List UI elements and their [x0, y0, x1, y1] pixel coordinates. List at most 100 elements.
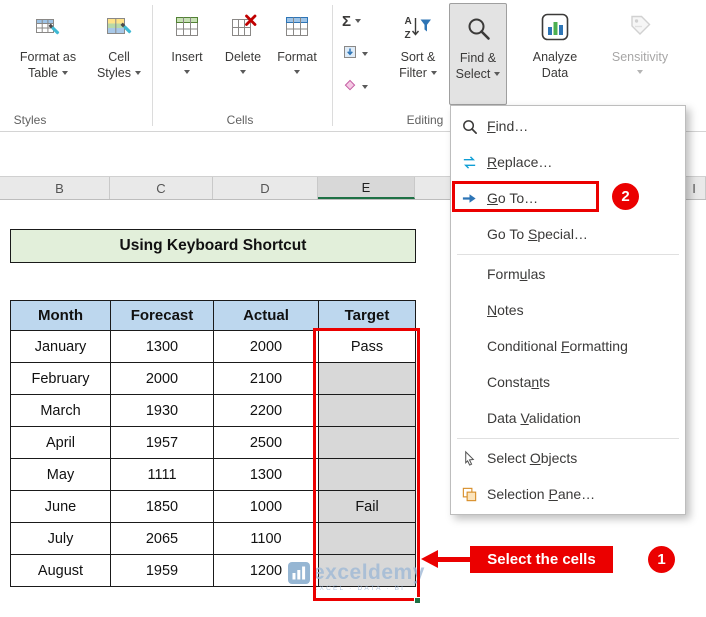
- exceldemy-logo-icon: [288, 562, 310, 592]
- button-label: Sensitivity: [611, 50, 669, 64]
- button-label: Find &: [459, 51, 497, 65]
- button-label: Format: [277, 50, 317, 64]
- menu-item-label: Go To Special…: [487, 226, 588, 242]
- column-header-c[interactable]: C: [110, 177, 213, 199]
- table-header-cell[interactable]: Actual: [213, 300, 319, 331]
- button-label: Data: [541, 66, 569, 80]
- insert-cells-button[interactable]: Insert: [161, 3, 213, 105]
- table-cell[interactable]: 1300: [213, 458, 319, 491]
- chevron-down-icon: [637, 70, 643, 74]
- format-as-table-button[interactable]: Format as Table: [12, 3, 84, 105]
- menu-item-formulas[interactable]: Formulas: [451, 256, 685, 292]
- table-cell[interactable]: 2000: [213, 330, 319, 363]
- table-cell[interactable]: 2100: [213, 362, 319, 395]
- column-header-b[interactable]: B: [10, 177, 110, 199]
- table-cell[interactable]: 1850: [110, 490, 214, 523]
- step-2-badge: 2: [612, 183, 639, 210]
- select-cells-callout: Select the cells: [470, 546, 613, 573]
- analyze-data-button[interactable]: Analyze Data: [521, 3, 589, 105]
- table-cell[interactable]: 1111: [110, 458, 214, 491]
- table-header-cell[interactable]: Target: [318, 300, 416, 331]
- chevron-down-icon: [362, 85, 368, 89]
- chevron-down-icon: [135, 71, 142, 75]
- excel-window: Format as Table Cell Styles Insert Delet…: [0, 0, 706, 617]
- menu-item-select-objects[interactable]: Select Objects: [451, 440, 685, 476]
- table-header-cell[interactable]: Month: [10, 300, 111, 331]
- sort-filter-icon: A Z: [403, 7, 433, 47]
- chevron-down-icon: [362, 52, 368, 56]
- sort-filter-button[interactable]: A Z Sort & Filter: [390, 3, 446, 105]
- menu-separator: [457, 253, 679, 255]
- format-cells-button[interactable]: Format: [271, 3, 323, 105]
- sensitivity-icon: [625, 7, 655, 47]
- cell-styles-button[interactable]: Cell Styles: [88, 3, 150, 105]
- fill-handle[interactable]: [414, 597, 421, 604]
- clear-button[interactable]: [340, 74, 380, 100]
- group-divider: [332, 5, 333, 126]
- callout-arrow-line: [436, 557, 470, 562]
- menu-item-selection-pane[interactable]: Selection Pane…: [451, 476, 685, 512]
- find-select-icon: [465, 8, 492, 48]
- menu-item-notes[interactable]: Notes: [451, 292, 685, 328]
- group-divider: [152, 5, 153, 126]
- clear-icon: [342, 77, 358, 98]
- group-label-cells: Cells: [226, 113, 254, 127]
- fill-button[interactable]: [340, 41, 380, 67]
- selected-range-highlight: [313, 328, 420, 601]
- table-header-row: Month Forecast Actual Target: [10, 300, 416, 331]
- find-icon: [451, 118, 487, 135]
- chevron-down-icon: [294, 70, 300, 74]
- column-header-i[interactable]: I: [683, 177, 706, 199]
- table-cell[interactable]: April: [10, 426, 111, 459]
- button-label: Select: [455, 67, 491, 81]
- table-cell[interactable]: 2500: [213, 426, 319, 459]
- menu-item-data-validation[interactable]: Data Validation: [451, 400, 685, 436]
- button-label: Analyze: [532, 50, 578, 64]
- table-cell[interactable]: May: [10, 458, 111, 491]
- table-cell[interactable]: 1100: [213, 522, 319, 555]
- menu-item-label: Formulas: [487, 266, 546, 282]
- autosum-button[interactable]: Σ: [340, 8, 380, 34]
- fill-icon: [342, 44, 358, 65]
- chevron-down-icon: [430, 71, 437, 75]
- menu-item-find[interactable]: Find…: [451, 108, 685, 144]
- column-header-e[interactable]: E: [318, 177, 415, 199]
- table-cell[interactable]: 1000: [213, 490, 319, 523]
- table-cell[interactable]: January: [10, 330, 111, 363]
- table-cell[interactable]: 1959: [110, 554, 214, 587]
- column-header-d[interactable]: D: [213, 177, 318, 199]
- table-cell[interactable]: July: [10, 522, 111, 555]
- table-header-cell[interactable]: Forecast: [110, 300, 214, 331]
- pane-icon: [451, 486, 487, 503]
- table-cell[interactable]: February: [10, 362, 111, 395]
- replace-icon: [451, 154, 487, 171]
- menu-item-constants[interactable]: Constants: [451, 364, 685, 400]
- chevron-down-icon: [184, 70, 190, 74]
- table-cell[interactable]: March: [10, 394, 111, 427]
- table-cell[interactable]: 1930: [110, 394, 214, 427]
- find-select-button[interactable]: Find & Select: [449, 3, 507, 105]
- table-cell[interactable]: August: [10, 554, 111, 587]
- table-cell[interactable]: 1300: [110, 330, 214, 363]
- table-cell[interactable]: June: [10, 490, 111, 523]
- cell-styles-icon: [104, 7, 134, 47]
- sensitivity-button[interactable]: Sensitivity: [608, 3, 672, 105]
- format-cells-icon: [282, 7, 312, 47]
- delete-cells-button[interactable]: Delete: [217, 3, 269, 105]
- menu-item-go-to-special[interactable]: Go To Special…: [451, 216, 685, 252]
- button-label: Styles: [96, 66, 132, 80]
- chevron-down-icon: [240, 70, 246, 74]
- menu-item-replace[interactable]: Replace…: [451, 144, 685, 180]
- button-label: Insert: [171, 50, 203, 64]
- button-label: Delete: [224, 50, 262, 64]
- table-cell[interactable]: 2065: [110, 522, 214, 555]
- menu-item-label: Find…: [487, 118, 529, 134]
- menu-item-conditional-formatting[interactable]: Conditional Formatting: [451, 328, 685, 364]
- table-cell[interactable]: 2000: [110, 362, 214, 395]
- table-cell[interactable]: 1957: [110, 426, 214, 459]
- button-label: Cell: [108, 50, 130, 64]
- title-cell[interactable]: Using Keyboard Shortcut: [10, 229, 416, 263]
- table-cell[interactable]: 2200: [213, 394, 319, 427]
- svg-text:A: A: [405, 16, 412, 27]
- chevron-down-icon: [61, 71, 68, 75]
